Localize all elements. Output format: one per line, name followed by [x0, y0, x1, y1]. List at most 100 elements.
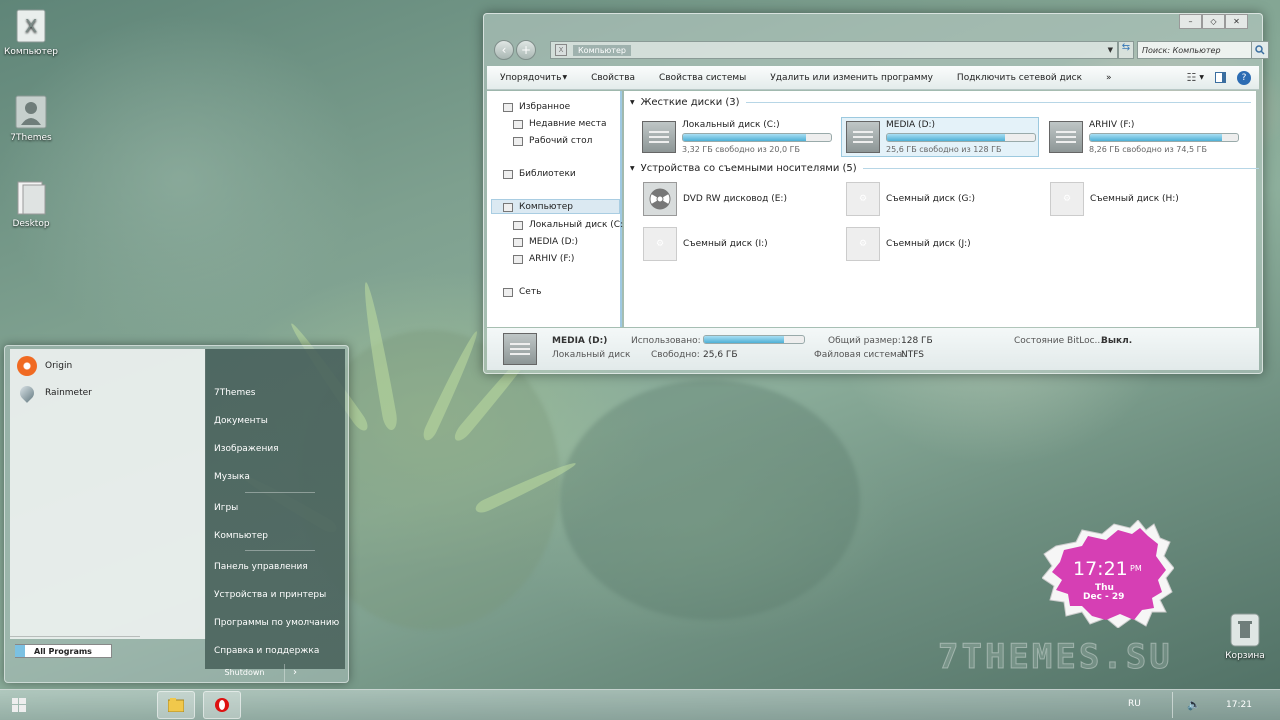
nav-drive-f[interactable]: ARHIV (F:): [513, 254, 574, 264]
details-drive-type: Локальный диск: [552, 350, 631, 360]
start-link-devices-printers[interactable]: Устройства и принтеры: [214, 590, 326, 600]
shutdown-button[interactable]: Shutdown: [205, 664, 285, 682]
address-dropdown-icon[interactable]: ▼: [1108, 46, 1113, 54]
desktop-icon-recycle-bin[interactable]: Корзина: [1214, 612, 1276, 661]
removable-drive-i[interactable]: ⚙ Съемный диск (I:): [643, 227, 768, 261]
shutdown-options-button[interactable]: ›: [285, 664, 305, 682]
drive-free-space: 3,32 ГБ свободно из 20,0 ГБ: [682, 145, 801, 154]
tray-clock[interactable]: 17:21: [1226, 700, 1252, 710]
start-menu-right-column: 7Themes Документы Изображения Музыка Игр…: [205, 349, 345, 669]
removable-drive-j[interactable]: ⚙ Съемный диск (J:): [846, 227, 971, 261]
window-controls: – ◇ ✕: [1179, 14, 1248, 29]
nav-drive-d[interactable]: MEDIA (D:): [513, 237, 578, 247]
nav-network[interactable]: Сеть: [503, 287, 541, 297]
maximize-button[interactable]: ◇: [1202, 14, 1225, 29]
start-link-games[interactable]: Игры: [214, 503, 238, 513]
details-bitlocker-value: Выкл.: [1101, 336, 1133, 346]
details-fs-label: Файловая система:: [814, 350, 906, 360]
start-link-computer[interactable]: Компьютер: [214, 531, 268, 541]
address-crumb[interactable]: Компьютер: [573, 44, 631, 56]
help-icon[interactable]: ?: [1237, 70, 1251, 85]
collapse-icon[interactable]: ▼: [630, 99, 635, 106]
start-link-help[interactable]: Справка и поддержка: [214, 646, 319, 656]
taskbar-explorer-button[interactable]: [157, 691, 195, 719]
system-properties-button[interactable]: Свойства системы: [659, 73, 746, 83]
program-label: Rainmeter: [45, 388, 92, 398]
start-link-default-programs[interactable]: Программы по умолчанию: [214, 618, 339, 628]
view-options-icon[interactable]: ☷: [1187, 71, 1197, 84]
dvd-drive-e[interactable]: DVD RW дисковод (E:): [643, 182, 787, 216]
desktop-icon-computer[interactable]: X Компьютер: [0, 8, 62, 57]
start-button[interactable]: [6, 694, 32, 716]
clock-gadget[interactable]: 17:21 PM Thu Dec - 29: [1042, 520, 1174, 628]
navigation-pane: Избранное Недавние места Рабочий стол Би…: [487, 91, 627, 327]
drive-name: Съемный диск (I:): [683, 239, 768, 249]
drive-c[interactable]: Локальный диск (C:) 3,32 ГБ свободно из …: [638, 117, 836, 157]
hdd-group-header[interactable]: ▼ Жесткие диски (3): [630, 97, 1251, 108]
nav-computer[interactable]: Компьютер: [503, 202, 573, 212]
forward-button[interactable]: +: [516, 40, 536, 60]
start-link-music[interactable]: Музыка: [214, 472, 250, 482]
address-bar[interactable]: X Компьютер ▼: [550, 41, 1118, 59]
volume-icon[interactable]: 🔈: [1187, 698, 1201, 711]
nav-recent-places[interactable]: Недавние места: [513, 119, 607, 129]
nav-label: Компьютер: [519, 202, 573, 212]
preview-pane-icon[interactable]: [1215, 72, 1226, 83]
command-bar: Упорядочить ▼ Свойства Свойства системы …: [487, 66, 1259, 90]
nav-label: Сеть: [519, 287, 542, 297]
explorer-window[interactable]: – ◇ ✕ ‹ + X Компьютер ▼ ⇆ Поиск: Компьют…: [483, 13, 1269, 374]
drive-icon: [513, 254, 523, 264]
start-link-control-panel[interactable]: Панель управления: [214, 562, 308, 572]
removable-drive-icon: ⚙: [643, 227, 677, 261]
drive-f[interactable]: ARHIV (F:) 8,26 ГБ свободно из 74,5 ГБ: [1045, 117, 1243, 157]
drive-d[interactable]: MEDIA (D:) 25,6 ГБ свободно из 128 ГБ: [841, 117, 1039, 157]
start-link-documents[interactable]: Документы: [214, 416, 268, 426]
nav-libraries[interactable]: Библиотеки: [503, 169, 576, 179]
minimize-button[interactable]: –: [1179, 14, 1202, 29]
uninstall-program-button[interactable]: Удалить или изменить программу: [770, 73, 933, 83]
start-link-pictures[interactable]: Изображения: [214, 444, 279, 454]
search-input[interactable]: Поиск: Компьютер: [1137, 41, 1253, 59]
nav-desktop[interactable]: Рабочий стол: [513, 136, 592, 146]
library-icon: [503, 169, 513, 179]
rainmeter-icon: [17, 383, 37, 403]
desktop-icon-desktop[interactable]: Desktop: [0, 180, 62, 229]
removable-group-header[interactable]: ▼ Устройства со съемными носителями (5): [630, 163, 1259, 174]
start-link-7themes[interactable]: 7Themes: [214, 388, 255, 398]
nav-label: Библиотеки: [519, 169, 576, 179]
details-usage-bar: [703, 335, 805, 344]
removable-drive-h[interactable]: ⚙ Съемный диск (H:): [1050, 182, 1179, 216]
nav-label: Рабочий стол: [529, 136, 593, 146]
desktop-icon-7themes[interactable]: 7Themes: [0, 94, 62, 143]
removable-drive-icon: ⚙: [846, 227, 880, 261]
start-menu: Origin Rainmeter 7Themes Документы Изобр…: [4, 345, 349, 683]
more-commands-button[interactable]: »: [1106, 73, 1112, 83]
search-icon[interactable]: [1251, 41, 1269, 59]
organize-button[interactable]: Упорядочить: [500, 73, 561, 83]
program-origin[interactable]: Origin: [17, 356, 72, 376]
refresh-button[interactable]: ⇆: [1118, 41, 1134, 59]
language-indicator[interactable]: RU: [1128, 699, 1141, 709]
separator: [10, 636, 140, 637]
taskbar-opera-button[interactable]: [203, 691, 241, 719]
view-dropdown-icon[interactable]: ▼: [1199, 74, 1204, 81]
content-pane: ▼ Жесткие диски (3) Локальный диск (C:) …: [624, 91, 1259, 327]
removable-drive-g[interactable]: ⚙ Съемный диск (G:): [846, 182, 975, 216]
back-button[interactable]: ‹: [494, 40, 514, 60]
properties-button[interactable]: Свойства: [591, 73, 635, 83]
close-button[interactable]: ✕: [1225, 14, 1248, 29]
nav-label: MEDIA (D:): [529, 237, 579, 247]
drive-name: Съемный диск (H:): [1090, 194, 1179, 204]
program-rainmeter[interactable]: Rainmeter: [17, 383, 92, 403]
collapse-icon[interactable]: ▼: [630, 165, 635, 172]
hard-drive-icon: [846, 121, 880, 153]
drive-usage-bar: [682, 133, 832, 142]
nav-favorites[interactable]: Избранное: [503, 102, 570, 112]
nav-drive-c[interactable]: Локальный диск (C:): [513, 220, 627, 230]
all-programs-button[interactable]: All Programs: [15, 644, 112, 658]
nav-label: Недавние места: [529, 119, 607, 129]
map-network-drive-button[interactable]: Подключить сетевой диск: [957, 73, 1082, 83]
drive-icon: [513, 220, 523, 230]
all-programs-label: All Programs: [34, 646, 92, 656]
details-fs-value: NTFS: [901, 350, 924, 360]
